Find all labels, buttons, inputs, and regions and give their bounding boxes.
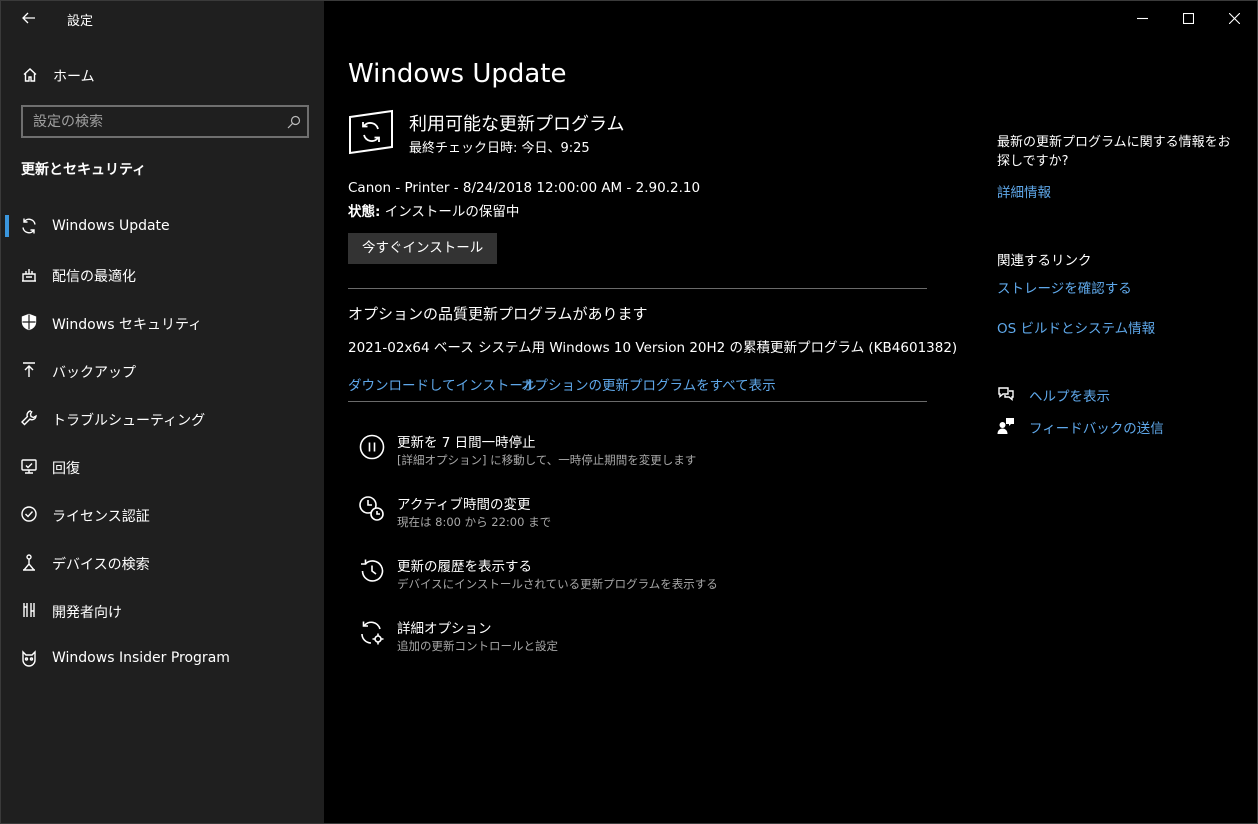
action-title: 詳細オプション [397, 621, 492, 637]
pending-update-status: 状態: インストールの保留中 [348, 200, 519, 220]
update-history-action[interactable]: 更新の履歴を表示する デバイスにインストールされている更新プログラムを表示する [358, 555, 918, 599]
pause-updates-action[interactable]: 更新を 7 日間一時停止 [詳細オプション] に移動して、一時停止期間を変更しま… [358, 431, 918, 475]
titlebar-left: 設定 [1, 1, 324, 35]
more-info-link[interactable]: 詳細情報 [997, 181, 1051, 201]
view-all-optional-updates-link[interactable]: オプションの更新プログラムをすべて表示 [521, 374, 776, 394]
get-help-link[interactable]: ヘルプを表示 [1029, 385, 1110, 405]
sidebar-item-label: デバイスの検索 [52, 557, 150, 573]
action-subtitle: [詳細オプション] に移動して、一時停止期間を変更します [397, 453, 697, 467]
sidebar-item-label: Windows Insider Program [52, 650, 230, 666]
sidebar-item-label: 回復 [52, 461, 80, 477]
main-content: Windows Update 利用可能な更新プログラム 最終チェック日時: 今日… [348, 1, 957, 823]
home-icon [21, 66, 39, 84]
recovery-icon [20, 457, 38, 475]
status-value: インストールの保留中 [380, 204, 520, 220]
install-now-button[interactable]: 今すぐインストール [348, 233, 498, 264]
sidebar-item-recovery[interactable]: 回復 [1, 443, 324, 491]
wrench-icon [20, 409, 38, 427]
action-title: アクティブ時間の変更 [397, 497, 531, 513]
sidebar-item-troubleshoot[interactable]: トラブルシューティング [1, 395, 324, 443]
right-pane: 最新の更新プログラムに関する情報をお探しですか? 詳細情報 関連するリンク スト… [997, 1, 1247, 823]
history-icon [358, 557, 386, 585]
insider-cat-icon [20, 649, 38, 667]
search-icon[interactable] [287, 114, 301, 129]
info-question: 最新の更新プログラムに関する情報をお探しですか? [997, 135, 1231, 169]
sidebar-item-label: 配信の最適化 [52, 269, 136, 285]
help-chat-icon [997, 385, 1015, 403]
optional-updates-title: オプションの品質更新プログラムがあります [348, 305, 648, 323]
sync-icon [20, 217, 38, 235]
active-hours-action[interactable]: アクティブ時間の変更 現在は 8:00 から 22:00 まで [358, 493, 918, 537]
pause-icon [358, 433, 386, 461]
active-hours-icon [358, 495, 386, 523]
sidebar-item-label: Windows セキュリティ [52, 317, 203, 333]
sidebar-item-backup[interactable]: バックアップ [1, 347, 324, 395]
related-links-heading: 関連するリンク [997, 253, 1092, 269]
sidebar-item-developers[interactable]: 開発者向け [1, 587, 324, 635]
divider [348, 401, 927, 402]
check-storage-link[interactable]: ストレージを確認する [997, 277, 1132, 297]
advanced-options-action[interactable]: 詳細オプション 追加の更新コントロールと設定 [358, 617, 918, 661]
back-button[interactable] [15, 6, 43, 30]
sidebar-item-label: Windows Update [52, 218, 170, 234]
sidebar-nav: Windows Update 配信の最適化 Windows セキュリティ バック… [1, 203, 324, 683]
sidebar-home-label: ホーム [53, 69, 95, 85]
backup-icon [20, 361, 38, 379]
sidebar-item-label: バックアップ [52, 365, 136, 381]
section-heading: 更新とセキュリティ [21, 162, 147, 178]
last-checked-text: 最終チェック日時: 今日、9:25 [409, 141, 590, 156]
back-arrow-icon [22, 12, 35, 24]
sidebar-item-windows-security[interactable]: Windows セキュリティ [1, 299, 324, 347]
app-title: 設定 [67, 14, 94, 29]
sidebar-item-delivery-optimization[interactable]: 配信の最適化 [1, 251, 324, 299]
status-label: 状態: [348, 204, 381, 220]
search-box [21, 105, 309, 138]
action-title: 更新の履歴を表示する [397, 559, 532, 575]
sidebar: 設定 ホーム 更新とセキュリティ Windows Update [1, 1, 324, 823]
update-available-icon [348, 109, 394, 155]
divider [348, 288, 927, 289]
shield-icon [20, 313, 38, 331]
send-feedback-link[interactable]: フィードバックの送信 [1029, 417, 1164, 437]
optional-update-description: 2021-02x64 ベース システム用 Windows 10 Version … [348, 340, 958, 356]
action-title: 更新を 7 日間一時停止 [397, 435, 536, 451]
sidebar-item-activation[interactable]: ライセンス認証 [1, 491, 324, 539]
action-subtitle: 追加の更新コントロールと設定 [397, 639, 558, 653]
sidebar-item-label: 開発者向け [52, 605, 122, 621]
action-subtitle: デバイスにインストールされている更新プログラムを表示する [397, 577, 718, 591]
action-subtitle: 現在は 8:00 から 22:00 まで [397, 515, 552, 529]
sidebar-item-insider-program[interactable]: Windows Insider Program [1, 635, 324, 683]
send-feedback-item[interactable]: フィードバックの送信 [997, 415, 1247, 437]
developer-icon [20, 601, 38, 619]
os-build-info-link[interactable]: OS ビルドとシステム情報 [997, 317, 1155, 337]
get-help-item[interactable]: ヘルプを表示 [997, 383, 1247, 405]
page-title: Windows Update [348, 59, 567, 89]
find-device-icon [20, 553, 38, 571]
download-and-install-link[interactable]: ダウンロードしてインストール [348, 374, 536, 394]
sidebar-item-label: ライセンス認証 [52, 509, 150, 525]
advanced-options-icon [358, 619, 386, 647]
sidebar-item-find-device[interactable]: デバイスの検索 [1, 539, 324, 587]
check-circle-icon [20, 505, 38, 523]
settings-window: 設定 ホーム 更新とセキュリティ Windows Update [0, 0, 1258, 824]
sidebar-item-label: トラブルシューティング [52, 413, 206, 429]
sidebar-item-windows-update[interactable]: Windows Update [1, 203, 324, 251]
delivery-optimization-icon [20, 265, 38, 283]
status-title: 利用可能な更新プログラム [409, 114, 625, 135]
sidebar-home[interactable]: ホーム [1, 59, 324, 91]
pending-update-name: Canon - Printer - 8/24/2018 12:00:00 AM … [348, 180, 701, 196]
search-input[interactable] [33, 111, 273, 133]
feedback-icon [997, 417, 1015, 435]
